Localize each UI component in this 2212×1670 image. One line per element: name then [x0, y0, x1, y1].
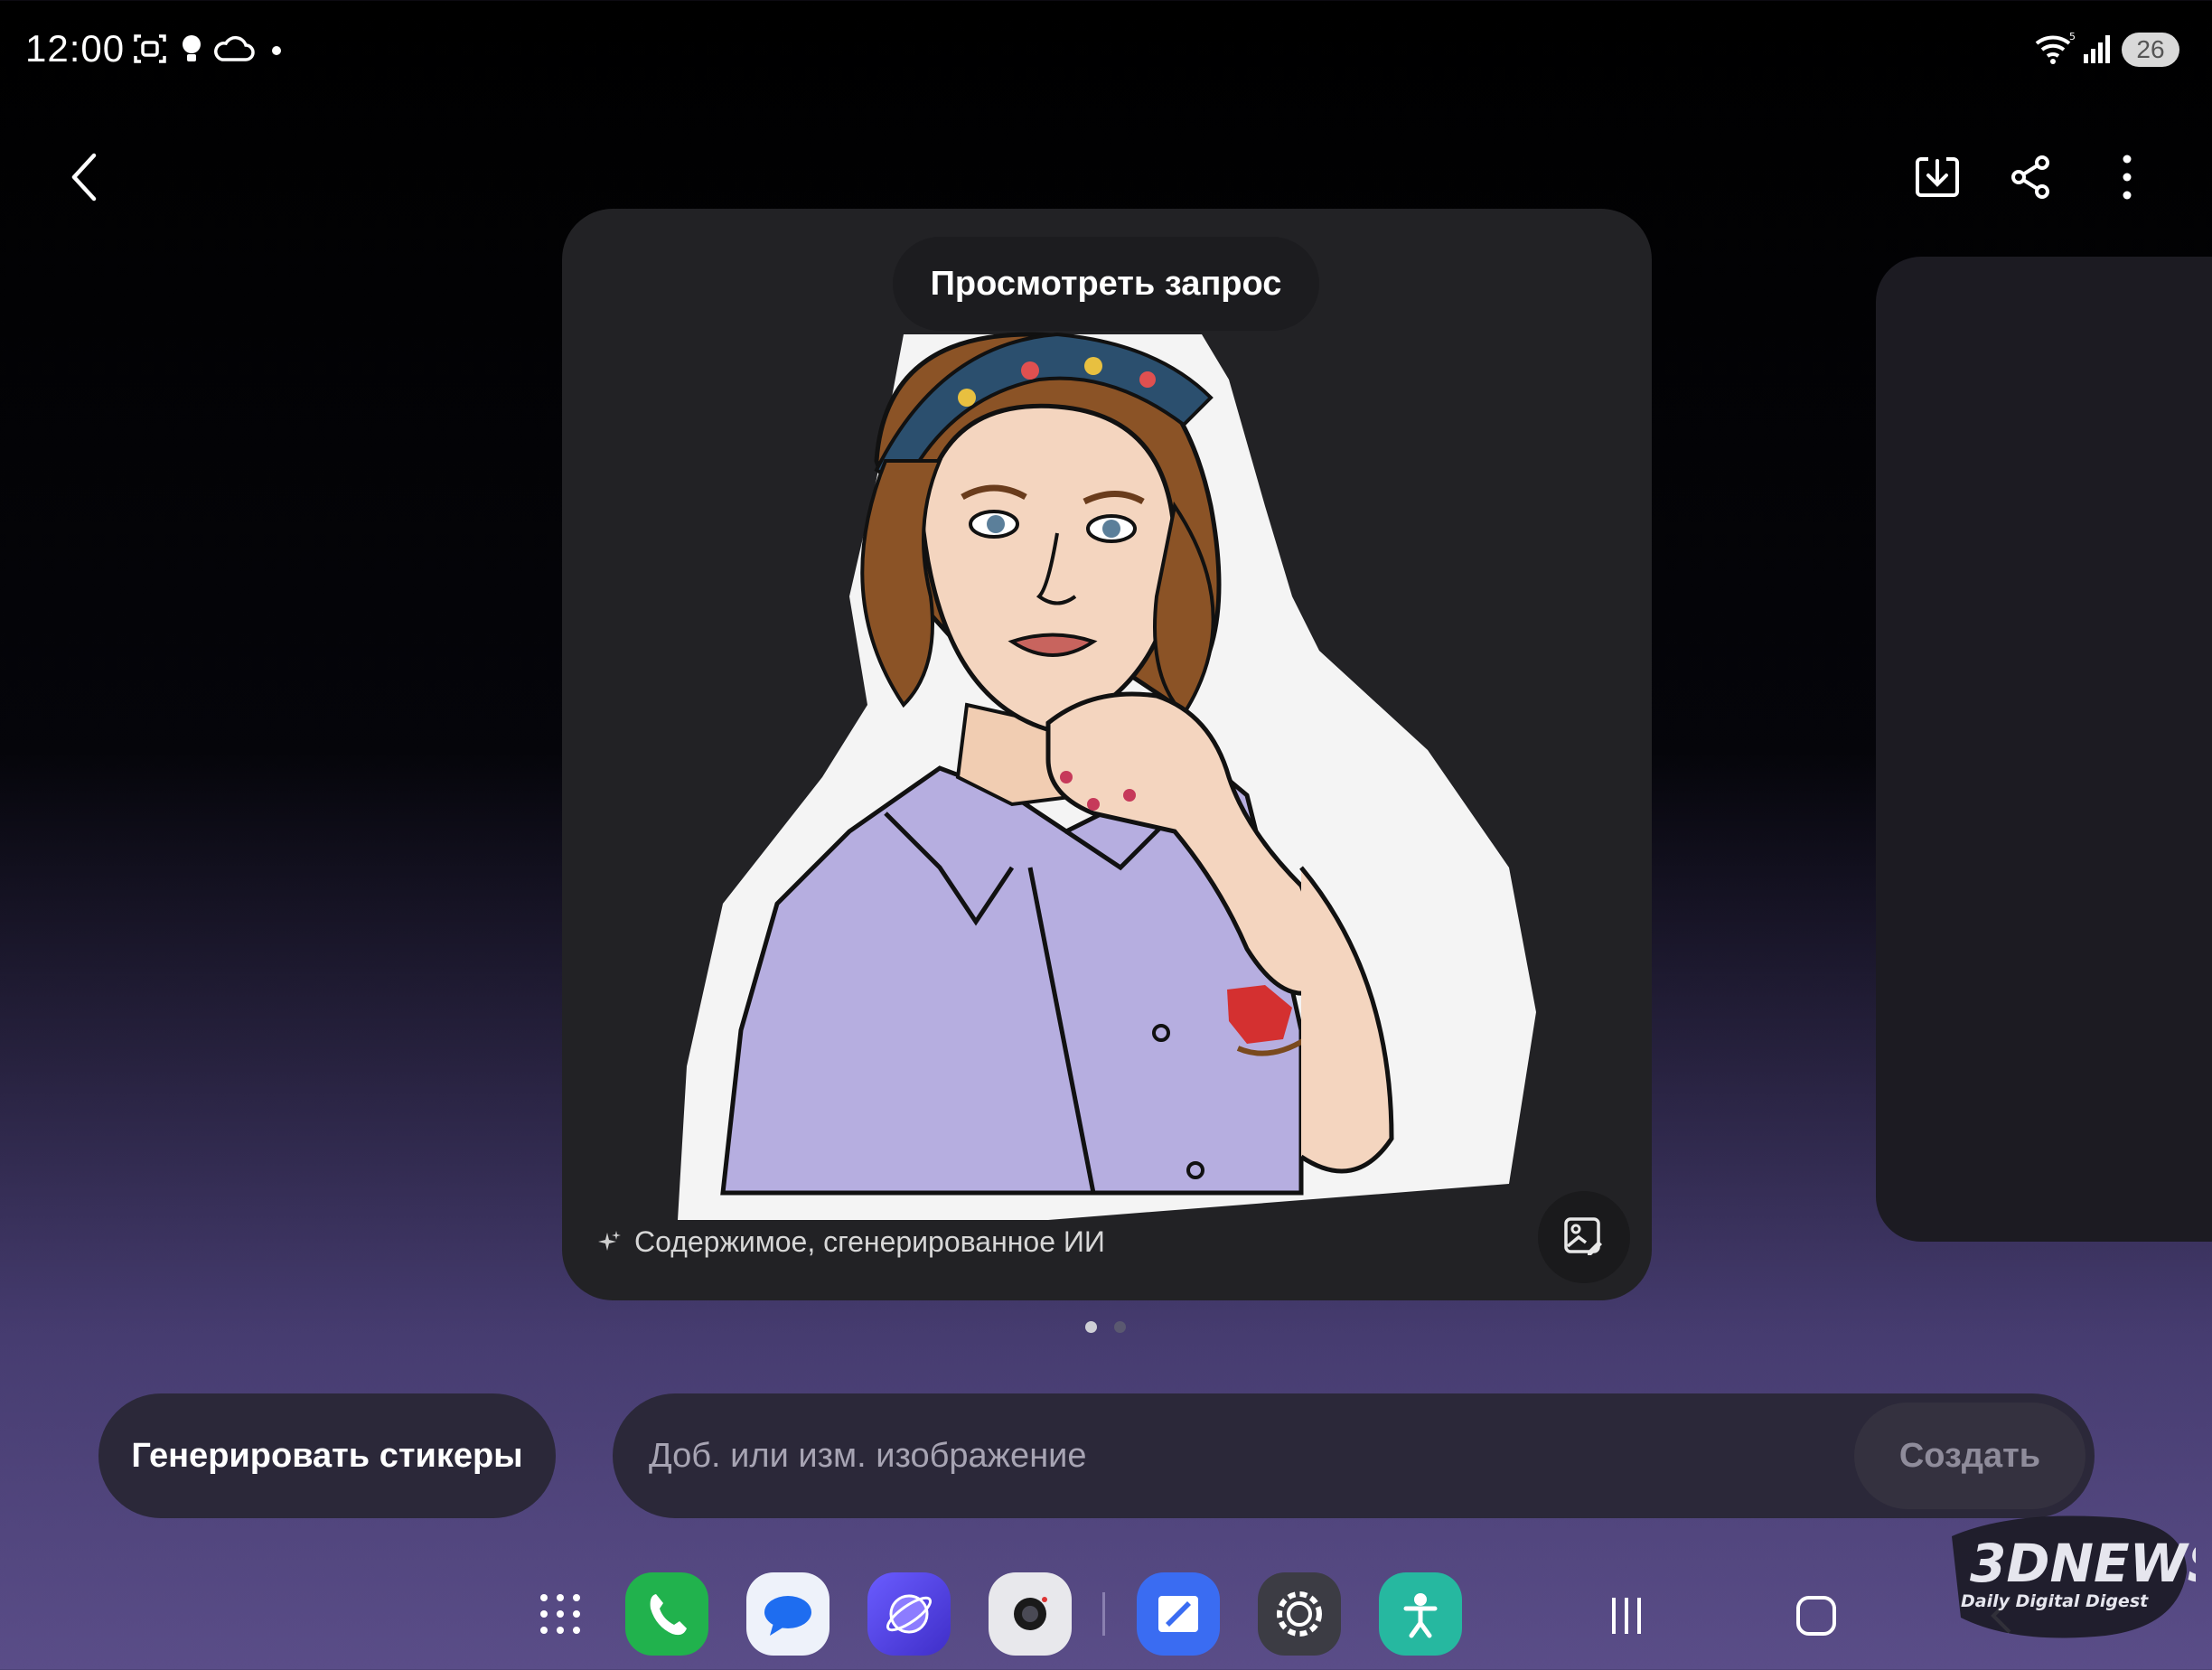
ai-generated-text: Содержимое, сгенерированное ИИ	[634, 1225, 1105, 1258]
home-button[interactable]	[1789, 1590, 1843, 1641]
download-button[interactable]	[1905, 145, 1970, 210]
notes-app[interactable]	[1137, 1572, 1220, 1656]
back-button[interactable]	[52, 145, 117, 210]
battery-indicator: 26	[2122, 33, 2179, 67]
sticker-illustration	[678, 332, 1536, 1220]
share-icon	[2011, 155, 2049, 199]
settings-icon	[1277, 1591, 1322, 1637]
prompt-input[interactable]	[649, 1393, 1787, 1518]
svg-text:5: 5	[2069, 31, 2076, 42]
next-card-preview[interactable]	[1876, 257, 2212, 1242]
watermark-logo: 3DNEWS Daily Digital Digest	[1952, 1515, 2196, 1638]
share-button[interactable]	[1999, 145, 2064, 210]
wifi-icon: 5	[2035, 31, 2076, 64]
bulb-icon	[183, 35, 201, 61]
dot-icon	[272, 46, 281, 55]
notes-icon	[1158, 1596, 1198, 1632]
watermark-tagline: Daily Digital Digest	[1961, 1591, 2149, 1611]
back-icon	[71, 153, 97, 202]
internet-app[interactable]	[867, 1572, 951, 1656]
cloud-icon	[214, 35, 255, 61]
apps-grid-icon	[540, 1594, 580, 1634]
recents-icon	[1612, 1598, 1641, 1634]
create-button[interactable]: Создать	[1854, 1403, 2085, 1509]
accessibility-icon	[1403, 1593, 1438, 1638]
status-time: 12:00	[25, 27, 126, 70]
apps-grid-button[interactable]	[519, 1572, 602, 1656]
internet-icon	[886, 1594, 933, 1634]
generate-stickers-button[interactable]: Генерировать стикеры	[98, 1393, 556, 1518]
watermark-brand: 3DNEWS	[1970, 1533, 2196, 1594]
prompt-field: Создать	[613, 1393, 2095, 1518]
more-options-button[interactable]	[2095, 145, 2160, 210]
camera-icon	[1014, 1597, 1047, 1630]
download-icon	[1916, 157, 1959, 197]
ai-generated-label: Содержимое, сгенерированное ИИ	[598, 1225, 1105, 1259]
dock-divider	[1102, 1592, 1105, 1636]
accessibility-app[interactable]	[1379, 1572, 1462, 1656]
phone-app[interactable]	[625, 1572, 708, 1656]
recents-button[interactable]	[1599, 1590, 1654, 1641]
sparkle-icon	[598, 1230, 621, 1251]
screenshot-icon	[134, 34, 166, 63]
messages-app[interactable]	[746, 1572, 830, 1656]
image-edit-icon	[1564, 1217, 1602, 1255]
phone-icon	[650, 1594, 687, 1636]
messages-icon	[764, 1596, 811, 1636]
view-prompt-button[interactable]: Просмотреть запрос	[893, 237, 1319, 331]
more-icon	[2123, 155, 2132, 200]
page-dot-1	[1085, 1321, 1097, 1333]
settings-app[interactable]	[1258, 1572, 1341, 1656]
signal-icon	[2084, 35, 2110, 63]
home-icon	[1796, 1596, 1836, 1636]
camera-app[interactable]	[989, 1572, 1072, 1656]
image-edit-button[interactable]	[1538, 1191, 1630, 1283]
page-dot-2	[1114, 1321, 1126, 1333]
